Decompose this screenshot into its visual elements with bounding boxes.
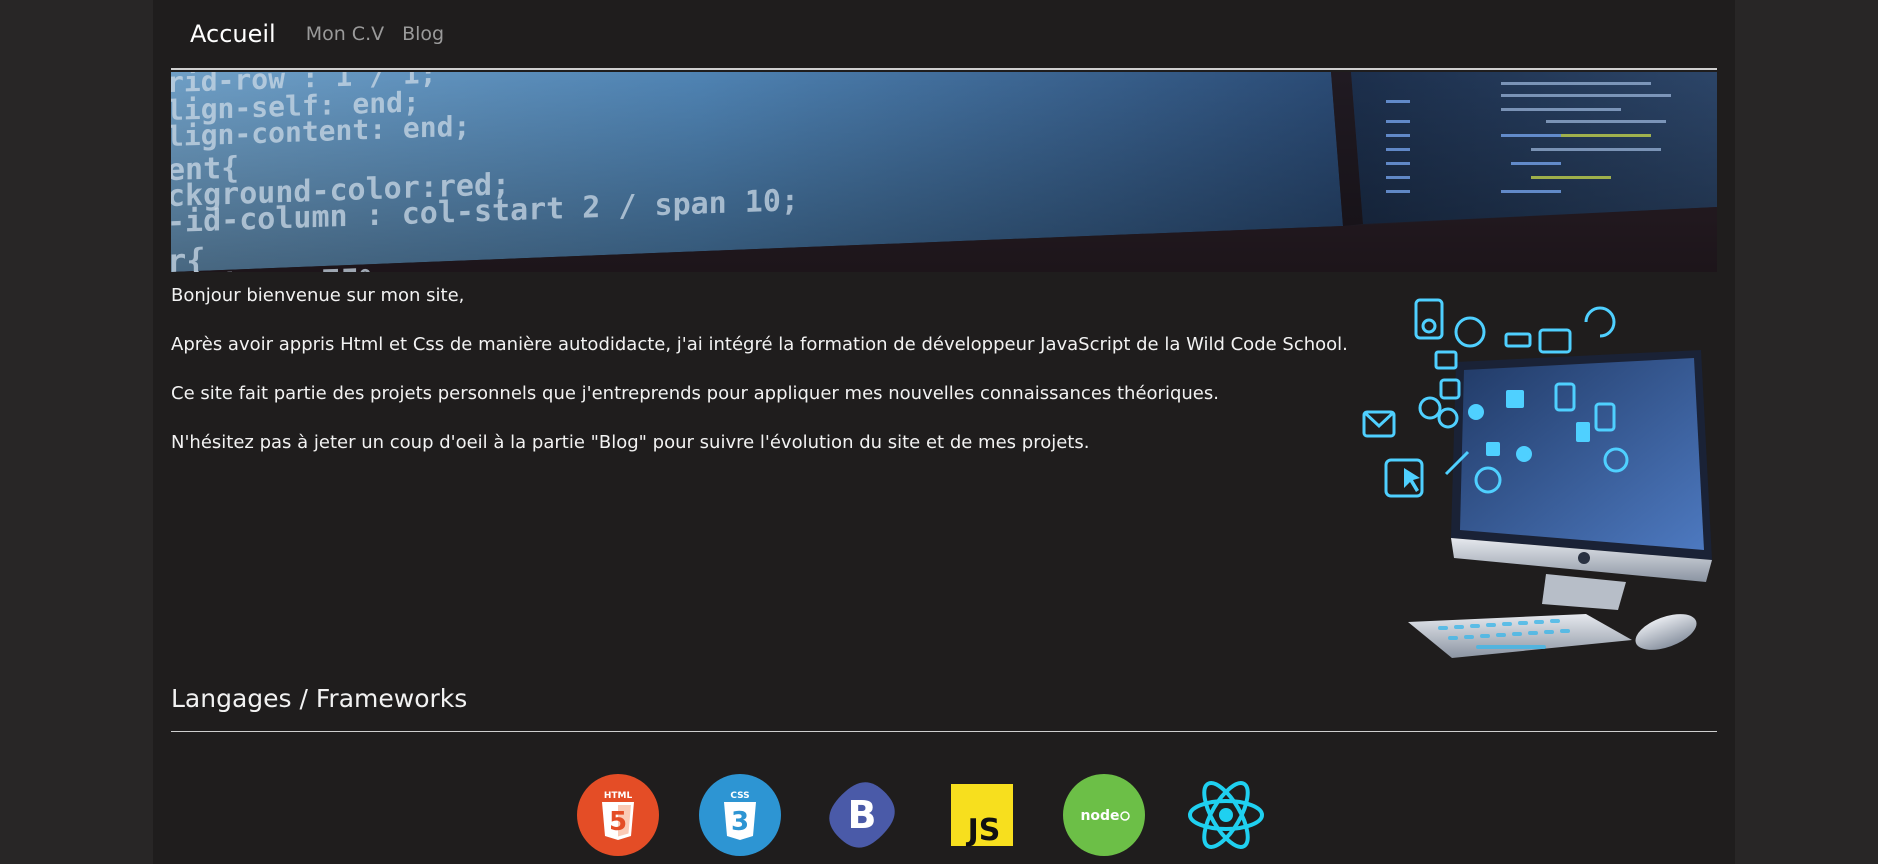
- intro-paragraph: N'hésitez pas à jeter un coup d'oeil à l…: [171, 432, 1090, 453]
- computer-with-apps-icon: [1362, 298, 1712, 658]
- html5-logo-label: HTML: [604, 791, 633, 801]
- nav-link-cv[interactable]: Mon C.V: [306, 23, 384, 45]
- bootstrap-logo-label: B: [848, 793, 877, 837]
- page-container: Accueil Mon C.V Blog rid-row: 1 / 1; li…: [153, 0, 1735, 864]
- navbar: Accueil Mon C.V Blog: [171, 0, 1717, 70]
- svg-text:3: 3: [731, 807, 749, 837]
- nav-brand-accueil[interactable]: Accueil: [190, 20, 276, 48]
- intro-paragraph: Après avoir appris Html et Css de manièr…: [171, 334, 1348, 355]
- css3-logo-icon: CSS3 CSS 3: [699, 774, 781, 856]
- hero-banner: rid-row : 1 / 1; lign-self: end; lign-co…: [171, 72, 1717, 272]
- hero-code-image: rid-row : 1 / 1; lign-self: end; lign-co…: [171, 72, 1717, 272]
- bootstrap-logo-icon: Bootstrap B: [821, 774, 903, 856]
- computer-illustration: [1356, 292, 1716, 672]
- css3-logo-label: CSS: [730, 791, 749, 801]
- intro-paragraph: Bonjour bienvenue sur mon site,: [171, 285, 465, 306]
- nodejs-logo-label: node: [1080, 808, 1119, 824]
- react-logo-icon: React: [1185, 774, 1267, 856]
- intro-text: Bonjour bienvenue sur mon site, Après av…: [171, 284, 1501, 480]
- html5-logo-icon: HTML5 HTML 5: [577, 774, 659, 856]
- tech-logos-row: HTML5 HTML 5 CSS3 CSS 3 Bootstrap: [153, 774, 1735, 864]
- intro-paragraph: Ce site fait partie des projets personne…: [171, 383, 1219, 404]
- section-divider: [171, 731, 1717, 732]
- javascript-logo-label: JS: [966, 813, 1001, 848]
- section-title-languages: Langages / Frameworks: [171, 684, 468, 713]
- javascript-logo-icon: JavaScript JS: [941, 774, 1023, 856]
- nodejs-logo-icon: Node.js node: [1063, 774, 1145, 856]
- svg-text:5: 5: [609, 807, 627, 837]
- nav-link-blog[interactable]: Blog: [402, 23, 444, 45]
